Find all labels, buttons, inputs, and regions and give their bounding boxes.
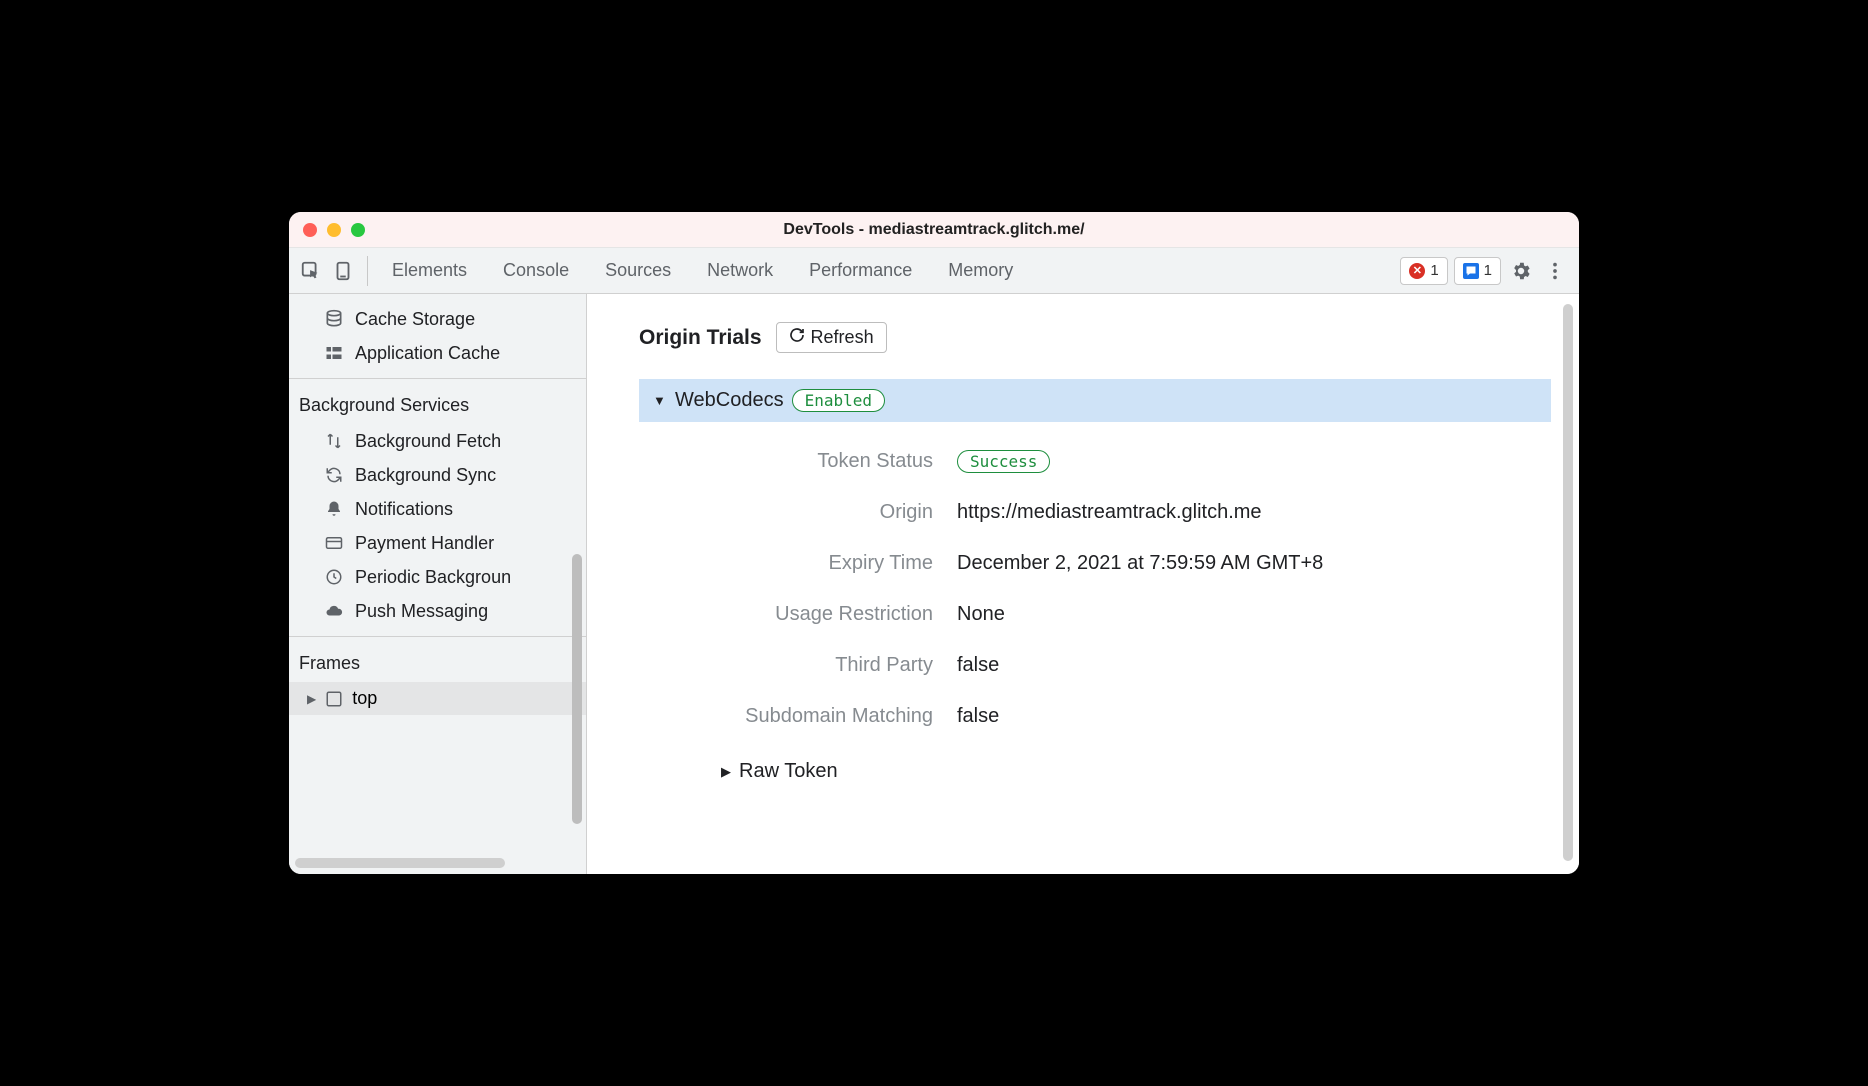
- detail-origin: Origin https://mediastreamtrack.glitch.m…: [667, 487, 1519, 538]
- sidebar-item-label: Payment Handler: [355, 533, 494, 554]
- grid-icon: [323, 342, 345, 364]
- sidebar-item-label: Application Cache: [355, 343, 500, 364]
- maximize-icon[interactable]: [351, 223, 365, 237]
- sidebar-item-background-sync[interactable]: Background Sync: [289, 458, 586, 492]
- sidebar-item-payment-handler[interactable]: Payment Handler: [289, 526, 586, 560]
- sidebar-item-application-cache[interactable]: Application Cache: [289, 336, 586, 370]
- main-scrollbar[interactable]: [1563, 304, 1573, 861]
- inspect-icon[interactable]: [299, 259, 323, 283]
- detail-label: Expiry Time: [667, 552, 957, 575]
- devtools-window: DevTools - mediastreamtrack.glitch.me/ E…: [289, 212, 1579, 874]
- refresh-icon: [789, 327, 805, 348]
- sync-icon: [323, 464, 345, 486]
- detail-label: Third Party: [667, 654, 957, 677]
- titlebar: DevTools - mediastreamtrack.glitch.me/: [289, 212, 1579, 248]
- detail-value: false: [957, 705, 999, 728]
- chevron-right-icon: ▶: [721, 764, 731, 780]
- sidebar-item-label: Notifications: [355, 499, 453, 520]
- refresh-label: Refresh: [811, 327, 874, 348]
- page-title: Origin Trials: [639, 326, 762, 350]
- errors-badge[interactable]: ✕ 1: [1400, 257, 1447, 285]
- window-title: DevTools - mediastreamtrack.glitch.me/: [303, 221, 1565, 239]
- sidebar-hscrollbar[interactable]: [295, 858, 505, 868]
- tab-performance[interactable]: Performance: [807, 256, 914, 285]
- clock-icon: [323, 566, 345, 588]
- refresh-button[interactable]: Refresh: [776, 322, 887, 353]
- detail-value: false: [957, 654, 999, 677]
- errors-count: 1: [1430, 262, 1438, 279]
- detail-value: None: [957, 603, 1005, 626]
- settings-icon[interactable]: [1507, 257, 1535, 285]
- main-panel: Origin Trials Refresh ▼ WebCodecs Enable…: [587, 294, 1579, 874]
- device-toggle-icon[interactable]: [331, 259, 355, 283]
- sidebar-item-label: Cache Storage: [355, 309, 475, 330]
- status-badge: Enabled: [792, 389, 885, 412]
- issues-icon: [1463, 263, 1479, 279]
- tab-network[interactable]: Network: [705, 256, 775, 285]
- detail-expiry: Expiry Time December 2, 2021 at 7:59:59 …: [667, 538, 1519, 589]
- sidebar-item-push-messaging[interactable]: Push Messaging: [289, 594, 586, 628]
- sidebar-item-cache-storage[interactable]: Cache Storage: [289, 302, 586, 336]
- toolbar-left: [299, 256, 368, 286]
- sidebar-section-frames: Frames: [289, 636, 586, 682]
- traffic-lights: [303, 223, 365, 237]
- sidebar-item-background-fetch[interactable]: Background Fetch: [289, 424, 586, 458]
- trial-details: Token Status Success Origin https://medi…: [587, 436, 1579, 783]
- tabs: Elements Console Sources Network Perform…: [372, 256, 1396, 285]
- more-icon[interactable]: [1541, 257, 1569, 285]
- detail-value: Success: [957, 450, 1050, 473]
- detail-label: Token Status: [667, 450, 957, 473]
- frame-icon: [324, 689, 344, 709]
- tab-sources[interactable]: Sources: [603, 256, 673, 285]
- tab-memory[interactable]: Memory: [946, 256, 1015, 285]
- sidebar-item-frames-top[interactable]: ▶ top: [289, 682, 586, 715]
- sidebar: Cache Storage Application Cache Backgrou…: [289, 294, 587, 874]
- toolbar-right: ✕ 1 1: [1400, 257, 1569, 285]
- chevron-right-icon: ▶: [307, 692, 316, 706]
- content: Cache Storage Application Cache Backgrou…: [289, 294, 1579, 874]
- card-icon: [323, 532, 345, 554]
- sidebar-item-periodic-background[interactable]: Periodic Backgroun: [289, 560, 586, 594]
- detail-subdomain: Subdomain Matching false: [667, 691, 1519, 742]
- detail-third-party: Third Party false: [667, 640, 1519, 691]
- close-icon[interactable]: [303, 223, 317, 237]
- sidebar-item-label: Background Fetch: [355, 431, 501, 452]
- sidebar-item-label: top: [352, 688, 377, 709]
- trial-row[interactable]: ▼ WebCodecs Enabled: [639, 379, 1551, 422]
- tab-console[interactable]: Console: [501, 256, 571, 285]
- detail-value: https://mediastreamtrack.glitch.me: [957, 501, 1262, 524]
- issues-badge[interactable]: 1: [1454, 257, 1501, 285]
- detail-label: Usage Restriction: [667, 603, 957, 626]
- error-icon: ✕: [1409, 263, 1425, 279]
- raw-token-row[interactable]: ▶ Raw Token: [667, 742, 1519, 783]
- detail-value: December 2, 2021 at 7:59:59 AM GMT+8: [957, 552, 1323, 575]
- sidebar-item-label: Periodic Backgroun: [355, 567, 511, 588]
- sidebar-item-notifications[interactable]: Notifications: [289, 492, 586, 526]
- detail-label: Subdomain Matching: [667, 705, 957, 728]
- detail-label: Origin: [667, 501, 957, 524]
- sidebar-item-label: Background Sync: [355, 465, 496, 486]
- main-header: Origin Trials Refresh: [587, 294, 1579, 371]
- detail-usage: Usage Restriction None: [667, 589, 1519, 640]
- sidebar-item-label: Push Messaging: [355, 601, 488, 622]
- minimize-icon[interactable]: [327, 223, 341, 237]
- issues-count: 1: [1484, 262, 1492, 279]
- sidebar-scrollbar[interactable]: [572, 554, 582, 824]
- detail-token-status: Token Status Success: [667, 436, 1519, 487]
- toolbar: Elements Console Sources Network Perform…: [289, 248, 1579, 294]
- tab-elements[interactable]: Elements: [390, 256, 469, 285]
- cloud-icon: [323, 600, 345, 622]
- bell-icon: [323, 498, 345, 520]
- status-badge: Success: [957, 450, 1050, 473]
- raw-token-label: Raw Token: [739, 760, 838, 783]
- sidebar-section-background: Background Services: [289, 378, 586, 424]
- database-icon: [323, 308, 345, 330]
- chevron-down-icon: ▼: [653, 393, 667, 408]
- trial-name: WebCodecs: [675, 389, 784, 412]
- updown-icon: [323, 430, 345, 452]
